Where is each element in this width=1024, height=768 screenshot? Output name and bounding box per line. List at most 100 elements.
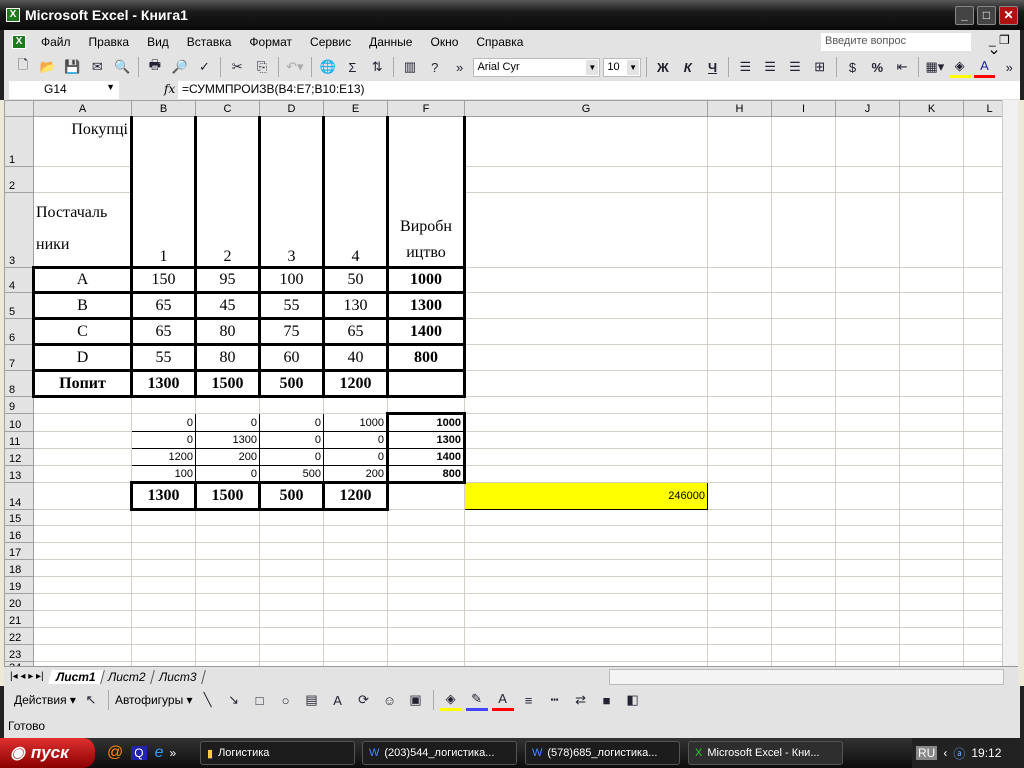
cell-K6[interactable] — [899, 318, 964, 345]
cell-B8[interactable]: 1300 — [130, 369, 197, 398]
cell-I2[interactable] — [771, 166, 836, 193]
cell-C6[interactable]: 80 — [194, 317, 261, 346]
print-icon[interactable]: 🖶 — [144, 56, 166, 78]
menu-5[interactable]: Сервис — [301, 35, 360, 49]
cell-G19[interactable] — [464, 576, 708, 594]
cell-D11[interactable]: 0 — [259, 431, 324, 449]
cell-I9[interactable] — [771, 396, 836, 414]
cell-B1[interactable] — [130, 116, 197, 167]
cell-B3[interactable]: 1 — [130, 192, 197, 269]
cell-G12[interactable] — [464, 448, 708, 466]
chart-icon[interactable]: ▥ — [399, 56, 421, 78]
cell-F19[interactable] — [387, 576, 465, 594]
cell-F23[interactable] — [387, 644, 465, 662]
cell-E8[interactable]: 1200 — [322, 369, 389, 398]
cell-H11[interactable] — [707, 431, 772, 449]
cell-C20[interactable] — [195, 593, 260, 611]
row-header[interactable]: 6 — [4, 318, 34, 345]
cell-H10[interactable] — [707, 413, 772, 432]
line-style-icon[interactable]: ≡ — [518, 689, 540, 711]
row-header[interactable]: 23 — [4, 644, 34, 662]
cell-F5[interactable]: 1300 — [386, 291, 466, 320]
cell-B22[interactable] — [131, 627, 196, 645]
cell-F18[interactable] — [387, 559, 465, 577]
row-header[interactable]: 15 — [4, 509, 34, 526]
row-header[interactable]: 10 — [4, 413, 34, 432]
cell-G7[interactable] — [464, 344, 708, 371]
more-icon[interactable]: » — [449, 56, 471, 78]
column-header[interactable]: A — [33, 100, 132, 117]
print-preview-icon[interactable]: 🔎 — [169, 56, 191, 78]
column-header[interactable]: B — [131, 100, 196, 117]
menu-4[interactable]: Формат — [240, 35, 301, 49]
cell-B6[interactable]: 65 — [130, 317, 197, 346]
cell-C23[interactable] — [195, 644, 260, 662]
cell-A18[interactable] — [33, 559, 132, 577]
cell-G9[interactable] — [464, 396, 708, 414]
cell-A10[interactable] — [33, 413, 132, 432]
cell-F1[interactable] — [386, 116, 466, 167]
oval-icon[interactable]: ○ — [275, 689, 297, 711]
language-indicator[interactable]: RU — [916, 746, 938, 760]
cell-E12[interactable]: 0 — [323, 448, 388, 466]
cell-B9[interactable] — [131, 396, 196, 414]
cell-F20[interactable] — [387, 593, 465, 611]
cell-D13[interactable]: 500 — [259, 465, 324, 483]
cell-K20[interactable] — [899, 593, 964, 611]
hyperlink-icon[interactable]: 🌐 — [317, 56, 339, 78]
cell-J11[interactable] — [835, 431, 900, 449]
cell-A22[interactable] — [33, 627, 132, 645]
cell-C17[interactable] — [195, 542, 260, 560]
cell-H8[interactable] — [707, 370, 772, 397]
cell-G16[interactable] — [464, 525, 708, 543]
cell-F13[interactable]: 800 — [386, 465, 466, 484]
cell-G10[interactable] — [464, 413, 708, 432]
cell-K16[interactable] — [899, 525, 964, 543]
cell-A6[interactable]: C — [32, 317, 133, 346]
cell-J15[interactable] — [835, 509, 900, 526]
cell-D17[interactable] — [259, 542, 324, 560]
cell-E18[interactable] — [323, 559, 388, 577]
bold-button[interactable]: Ж — [652, 56, 674, 78]
row-header[interactable]: 22 — [4, 627, 34, 645]
cell-D3[interactable]: 3 — [258, 192, 325, 269]
cell-A13[interactable] — [33, 465, 132, 483]
row-header[interactable]: 4 — [4, 267, 34, 293]
cell-G18[interactable] — [464, 559, 708, 577]
cell-J2[interactable] — [835, 166, 900, 193]
picture-icon[interactable]: ▣ — [405, 689, 427, 711]
cell-F17[interactable] — [387, 542, 465, 560]
cell-E15[interactable] — [323, 509, 388, 526]
cell-K3[interactable] — [899, 192, 964, 268]
cell-I3[interactable] — [771, 192, 836, 268]
row-header[interactable]: 12 — [4, 448, 34, 466]
cell-H15[interactable] — [707, 509, 772, 526]
fill-color-icon[interactable]: ◈ — [948, 56, 971, 78]
cell-H17[interactable] — [707, 542, 772, 560]
cell-B16[interactable] — [131, 525, 196, 543]
row-header[interactable]: 20 — [4, 593, 34, 611]
cell-F22[interactable] — [387, 627, 465, 645]
row-header[interactable]: 17 — [4, 542, 34, 560]
cell-J22[interactable] — [835, 627, 900, 645]
formula-input[interactable]: =СУММПРОИЗВ(B4:E7;B10:E13) — [178, 81, 1020, 99]
cell-I18[interactable] — [771, 559, 836, 577]
cell-J14[interactable] — [835, 482, 900, 510]
shadow-icon[interactable]: ■ — [596, 689, 618, 711]
cell-F2[interactable] — [386, 166, 466, 193]
cell-G1[interactable] — [464, 116, 708, 167]
menu-0[interactable]: Файл — [32, 35, 80, 49]
indent-icon[interactable]: ⇤ — [891, 56, 913, 78]
cell-K19[interactable] — [899, 576, 964, 594]
cell-H20[interactable] — [707, 593, 772, 611]
select-pointer-icon[interactable]: ↖ — [80, 689, 102, 711]
cell-G4[interactable] — [464, 267, 708, 293]
cell-C18[interactable] — [195, 559, 260, 577]
cell-H2[interactable] — [707, 166, 772, 193]
cell-A12[interactable] — [33, 448, 132, 466]
cell-A9[interactable] — [33, 396, 132, 414]
fill-color-icon[interactable]: ◈ — [439, 689, 462, 711]
column-header[interactable]: F — [387, 100, 465, 117]
cell-J5[interactable] — [835, 292, 900, 319]
cell-C21[interactable] — [195, 610, 260, 628]
